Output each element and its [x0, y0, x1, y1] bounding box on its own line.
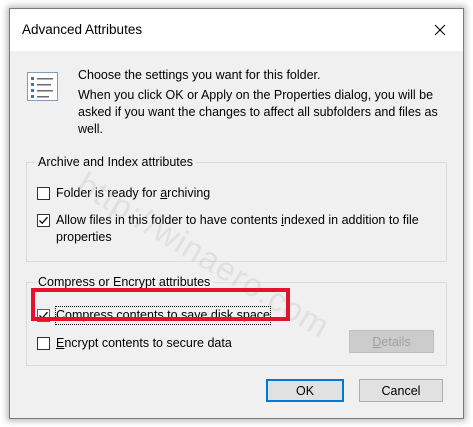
info-line-1: Choose the settings you want for this fo…	[78, 68, 321, 82]
encrypt-checkbox[interactable]	[37, 337, 50, 350]
archive-group-label: Archive and Index attributes	[35, 154, 196, 170]
cancel-button-label: Cancel	[381, 383, 421, 398]
info-text: Choose the settings you want for this fo…	[78, 67, 448, 141]
title-bar: Advanced Attributes	[10, 9, 463, 51]
allow-indexing-checkbox[interactable]	[37, 214, 50, 227]
compress-checkbox-row[interactable]: Compress contents to save disk space	[37, 306, 271, 325]
ready-for-archiving-checkbox[interactable]	[37, 187, 50, 200]
close-button[interactable]	[417, 9, 463, 51]
compress-checkbox[interactable]	[37, 309, 50, 322]
advanced-attributes-dialog: Advanced Attributes Choose the settings …	[9, 8, 464, 419]
compress-label: Compress contents to save disk space	[55, 306, 271, 325]
encrypt-checkbox-row[interactable]: Encrypt contents to secure data	[37, 335, 232, 352]
ok-button[interactable]: OK	[266, 379, 344, 402]
ok-button-label: OK	[295, 383, 315, 398]
compress-group-label: Compress or Encrypt attributes	[35, 274, 214, 290]
details-button[interactable]: Details	[349, 330, 434, 353]
dialog-title: Advanced Attributes	[22, 22, 143, 37]
allow-indexing-checkbox-row[interactable]: Allow files in this folder to have conte…	[37, 212, 432, 246]
encrypt-label: Encrypt contents to secure data	[56, 336, 232, 350]
checkmark-icon	[39, 216, 48, 225]
close-icon	[434, 24, 446, 36]
cancel-button[interactable]: Cancel	[359, 379, 443, 402]
attributes-list-icon	[27, 72, 58, 101]
info-line-2: When you click OK or Apply on the Proper…	[78, 88, 438, 136]
checkmark-icon	[39, 311, 48, 320]
dialog-content: Choose the settings you want for this fo…	[10, 51, 463, 418]
